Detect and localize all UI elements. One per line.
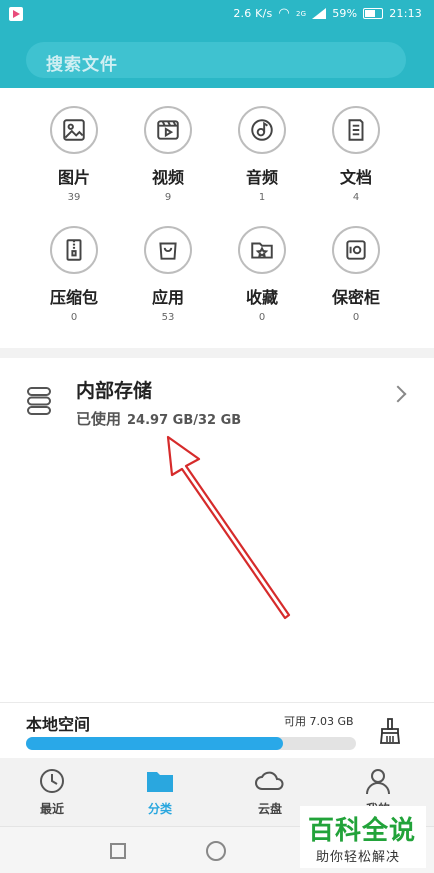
internal-storage-row[interactable]: 内部存储 已使用 24.97 GB/32 GB	[0, 360, 434, 442]
tab-label: 最近	[39, 802, 64, 816]
section-divider	[0, 348, 434, 358]
app-bag-icon	[144, 226, 192, 274]
clock-time: 21:13	[389, 7, 422, 20]
recents-button[interactable]	[110, 843, 126, 859]
storage-used-label: 已使用	[76, 410, 122, 428]
category-label: 压缩包	[49, 288, 98, 307]
category-audio[interactable]: 音频 1	[214, 106, 310, 203]
header: 搜索文件	[0, 30, 434, 88]
category-count: 4	[352, 192, 360, 203]
folder-icon	[147, 772, 173, 792]
category-count: 0	[70, 312, 78, 323]
document-icon	[332, 106, 380, 154]
favorite-folder-icon	[238, 226, 286, 274]
tab-label: 分类	[147, 802, 172, 816]
local-space-panel: 本地空间 可用 7.03 GB	[0, 702, 434, 759]
storage-icon	[27, 387, 51, 415]
chevron-right-icon	[389, 385, 407, 403]
local-space-progress-fill	[26, 737, 284, 750]
network-type: 2G	[295, 9, 307, 18]
status-indicators: 2.6 K/s ◠ 2G 59% 21:13	[233, 6, 422, 21]
status-bar: 2.6 K/s ◠ 2G 59% 21:13	[0, 0, 434, 30]
category-label: 应用	[151, 288, 184, 307]
battery-percent: 59%	[332, 7, 358, 20]
category-label: 保密柜	[331, 288, 380, 307]
watermark-subtitle: 助你轻松解决	[316, 850, 401, 865]
tab-cloud[interactable]: 云盘	[230, 766, 310, 817]
person-icon	[366, 769, 390, 795]
category-label: 图片	[57, 168, 90, 187]
category-count: 1	[258, 192, 266, 203]
storage-usage: 已使用 24.97 GB/32 GB	[76, 408, 241, 429]
category-count: 0	[352, 312, 360, 323]
storage-title: 内部存储	[76, 380, 153, 402]
app-notification-icon	[9, 7, 23, 21]
category-count: 0	[258, 312, 266, 323]
safe-icon	[332, 226, 380, 274]
category-safe[interactable]: 保密柜 0	[308, 226, 404, 323]
category-count: 9	[164, 192, 172, 203]
battery-icon	[363, 8, 384, 19]
category-images[interactable]: 图片 39	[26, 106, 122, 203]
category-label: 音频	[245, 168, 278, 187]
cloud-icon	[255, 771, 284, 790]
network-speed: 2.6 K/s	[233, 7, 273, 20]
watermark-title: 百科全说	[308, 816, 417, 846]
home-button[interactable]	[206, 841, 226, 861]
zip-icon	[50, 226, 98, 274]
watermark-logo: 百科全说 助你轻松解决	[300, 806, 426, 868]
local-space-available: 可用 7.03 GB	[284, 715, 354, 728]
tab-category[interactable]: 分类	[120, 766, 200, 817]
category-count: 39	[67, 192, 81, 203]
category-count: 53	[161, 312, 175, 323]
category-label: 视频	[151, 168, 184, 187]
image-icon	[50, 106, 98, 154]
category-videos[interactable]: 视频 9	[120, 106, 216, 203]
search-input[interactable]: 搜索文件	[26, 42, 406, 78]
local-space-title: 本地空间	[26, 715, 91, 734]
local-space-progress	[26, 737, 356, 750]
category-label: 文档	[339, 168, 372, 187]
category-label: 收藏	[245, 288, 278, 307]
category-apps[interactable]: 应用 53	[120, 226, 216, 323]
clean-broom-icon[interactable]	[378, 717, 402, 745]
tab-label: 云盘	[257, 802, 282, 816]
storage-used-value: 24.97 GB/32 GB	[127, 413, 242, 428]
video-icon	[144, 106, 192, 154]
tab-recent[interactable]: 最近	[12, 766, 92, 817]
music-icon	[238, 106, 286, 154]
clock-icon	[40, 769, 64, 793]
signal-icon	[312, 8, 327, 19]
category-archives[interactable]: 压缩包 0	[26, 226, 122, 323]
search-placeholder: 搜索文件	[46, 55, 118, 75]
category-favorites[interactable]: 收藏 0	[214, 226, 310, 323]
wifi-icon: ◠	[278, 6, 290, 21]
category-documents[interactable]: 文档 4	[308, 106, 404, 203]
